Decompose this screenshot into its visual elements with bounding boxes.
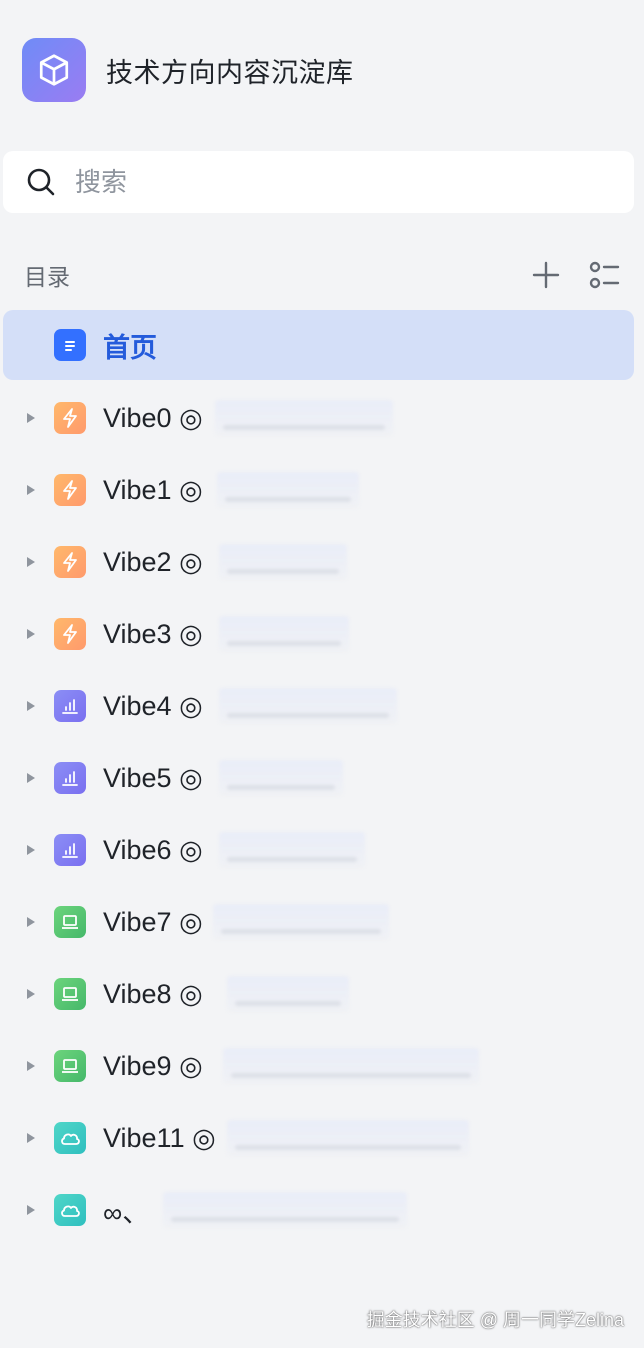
tree-node[interactable]: Vibe2 ◎ <box>3 526 634 598</box>
expand-arrow-icon[interactable] <box>25 915 37 929</box>
tree-node-title: ∞、 <box>103 1197 150 1228</box>
laptop-icon <box>54 1050 86 1082</box>
redacted-title-blur <box>223 1048 479 1084</box>
toc-header: 目录 <box>24 255 620 295</box>
directory-tree: 首页 Vibe0 ◎ Vibe1 ◎ Vibe2 ◎ Vibe3 ◎ Vibe4 ◎ Vi… <box>3 310 634 1246</box>
tree-node-title: Vibe5 ◎ <box>103 762 203 793</box>
tree-node[interactable]: Vibe7 ◎ <box>3 886 634 958</box>
bar-chart-icon <box>54 834 86 866</box>
cloud-icon <box>54 1122 86 1154</box>
add-page-button[interactable] <box>530 259 562 291</box>
redacted-title-blur <box>217 472 359 508</box>
doc-icon <box>54 329 86 361</box>
search-input[interactable] <box>75 166 575 198</box>
tree-node[interactable]: Vibe0 ◎ <box>3 382 634 454</box>
tree-node-home[interactable]: 首页 <box>3 310 634 380</box>
tree-node-title: Vibe1 ◎ <box>103 474 203 505</box>
tree-node[interactable]: Vibe8 ◎ <box>3 958 634 1030</box>
redacted-title-blur <box>219 832 365 868</box>
expand-arrow-icon[interactable] <box>25 627 37 641</box>
expand-arrow-icon[interactable] <box>25 843 37 857</box>
redacted-title-blur <box>219 544 347 580</box>
expand-arrow-icon[interactable] <box>25 483 37 497</box>
space-title: 技术方向内容沉淀库 <box>106 57 354 88</box>
tree-node-title: Vibe6 ◎ <box>103 834 203 865</box>
redacted-title-blur <box>219 616 349 652</box>
plus-icon <box>532 261 560 289</box>
redacted-title-blur <box>215 400 393 436</box>
search-icon <box>27 168 55 196</box>
expand-arrow-icon[interactable] <box>25 1059 37 1073</box>
expand-arrow-icon[interactable] <box>25 699 37 713</box>
list-settings-icon <box>589 261 620 289</box>
cloud-icon <box>54 1194 86 1226</box>
tree-node[interactable]: ∞、 <box>3 1174 634 1246</box>
tree-node[interactable]: Vibe3 ◎ <box>3 598 634 670</box>
lightning-icon <box>54 546 86 578</box>
expand-arrow-icon[interactable] <box>25 987 37 1001</box>
redacted-title-blur <box>213 904 389 940</box>
space-header: 技术方向内容沉淀库 <box>22 38 354 102</box>
tree-node-title: Vibe7 ◎ <box>103 906 203 937</box>
expand-arrow-icon[interactable] <box>25 1131 37 1145</box>
tree-node[interactable]: Vibe1 ◎ <box>3 454 634 526</box>
redacted-title-blur <box>219 760 343 796</box>
tree-node-title: Vibe4 ◎ <box>103 690 203 721</box>
expand-arrow-icon[interactable] <box>25 555 37 569</box>
tree-node[interactable]: Vibe5 ◎ <box>3 742 634 814</box>
redacted-title-blur <box>163 1192 407 1228</box>
lightning-icon <box>54 474 86 506</box>
tree-node-title: Vibe0 ◎ <box>103 402 203 433</box>
toc-label: 目录 <box>24 264 70 290</box>
redacted-title-blur <box>227 1120 469 1156</box>
expand-arrow-icon[interactable] <box>25 771 37 785</box>
redacted-title-blur <box>227 976 349 1012</box>
search-box[interactable] <box>3 151 634 213</box>
tree-node[interactable]: Vibe4 ◎ <box>3 670 634 742</box>
watermark: 掘金技术社区 @ 周一同学Zelina <box>366 1310 624 1330</box>
tree-node-title: Vibe11 ◎ <box>103 1122 216 1153</box>
lightning-icon <box>54 402 86 434</box>
laptop-icon <box>54 906 86 938</box>
tree-node[interactable]: Vibe9 ◎ <box>3 1030 634 1102</box>
cube-icon[interactable] <box>22 38 86 102</box>
tree-node-title: 首页 <box>103 332 157 363</box>
tree-node-title: Vibe2 ◎ <box>103 546 203 577</box>
tree-node-title: Vibe8 ◎ <box>103 978 203 1009</box>
bar-chart-icon <box>54 690 86 722</box>
redacted-title-blur <box>219 688 397 724</box>
bar-chart-icon <box>54 762 86 794</box>
outline-settings-button[interactable] <box>588 259 620 291</box>
laptop-icon <box>54 978 86 1010</box>
tree-node[interactable]: Vibe11 ◎ <box>3 1102 634 1174</box>
expand-arrow-icon[interactable] <box>25 411 37 425</box>
expand-arrow-icon[interactable] <box>25 1203 37 1217</box>
tree-node-title: Vibe3 ◎ <box>103 618 203 649</box>
tree-node-title: Vibe9 ◎ <box>103 1050 203 1081</box>
tree-node[interactable]: Vibe6 ◎ <box>3 814 634 886</box>
lightning-icon <box>54 618 86 650</box>
